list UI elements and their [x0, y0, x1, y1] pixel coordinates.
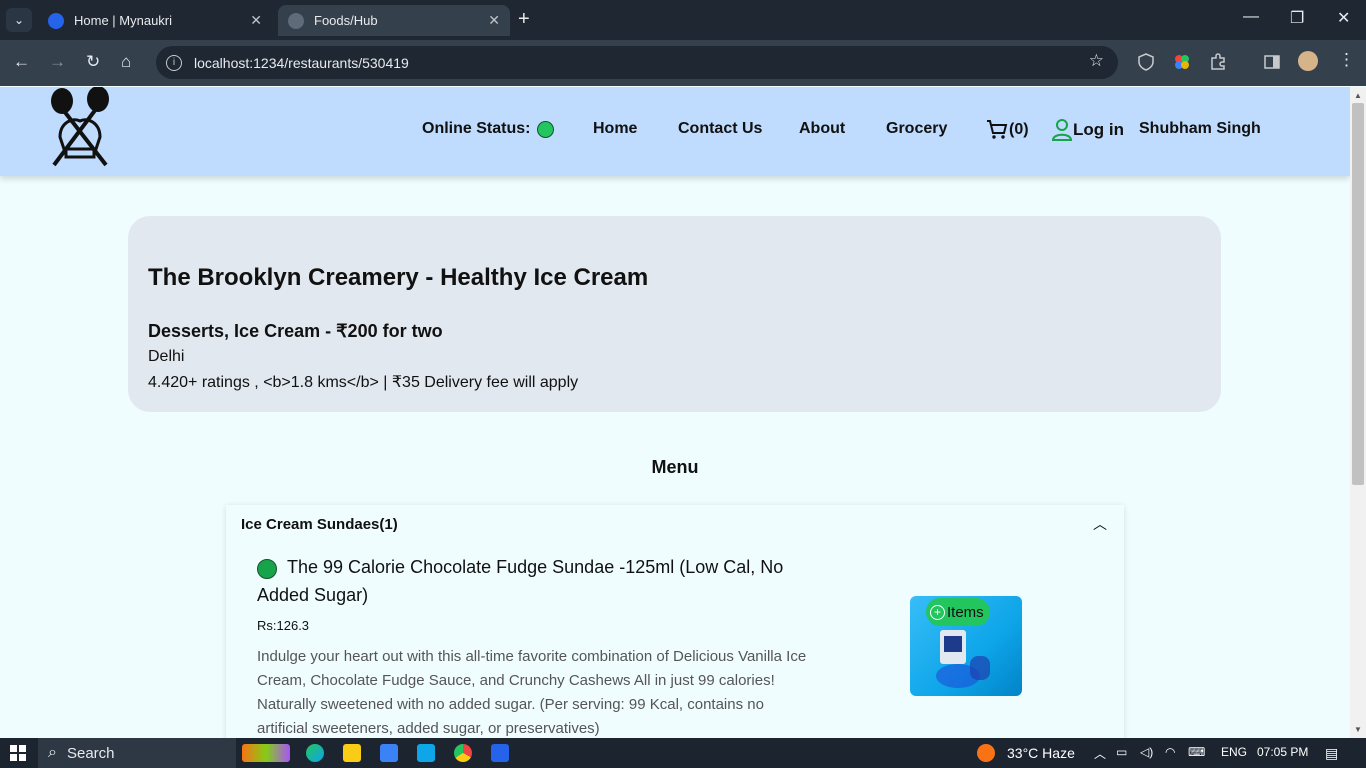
volume-icon[interactable]: ◁) [1140, 745, 1153, 759]
nav-about[interactable]: About [799, 120, 845, 138]
nav-contact-us[interactable]: Contact Us [678, 120, 762, 138]
globe-icon [288, 12, 304, 29]
minimize-icon[interactable]: — [1243, 8, 1259, 26]
nav-grocery[interactable]: Grocery [886, 120, 947, 138]
store-icon[interactable] [380, 744, 398, 762]
cart-link[interactable]: (0) [985, 118, 1029, 142]
weather-text[interactable]: 33°C Haze [1007, 745, 1075, 761]
site-header: Online Status: Home Contact Us About Gro… [0, 87, 1350, 176]
widgets-books-icon[interactable] [242, 744, 290, 762]
battery-icon[interactable]: ▭ [1116, 745, 1127, 759]
taskbar-search-label: Search [66, 744, 115, 762]
profile-avatar[interactable] [1298, 51, 1318, 71]
category-title[interactable]: Ice Cream Sundaes(1) [241, 516, 398, 533]
user-icon [1051, 119, 1073, 141]
restore-icon[interactable]: ❐ [1290, 8, 1304, 28]
foodshub-logo[interactable] [46, 87, 114, 169]
restaurant-area: Delhi [148, 348, 185, 365]
forward-icon[interactable]: → [49, 52, 66, 72]
online-status-dot-icon [537, 120, 555, 138]
plus-circle-icon: + [930, 604, 945, 620]
veg-indicator-icon [257, 559, 277, 579]
user-name: Shubham Singh [1139, 120, 1261, 137]
window-close-icon[interactable]: ✕ [1337, 8, 1350, 28]
chevron-up-icon[interactable]: ︿ [1093, 514, 1107, 534]
cart-icon [987, 120, 1008, 139]
online-status-label: Online Status: [422, 120, 531, 137]
back-icon[interactable]: ← [13, 52, 30, 72]
mynaukri-favicon-icon [48, 12, 64, 29]
login-link[interactable]: Log in [1051, 118, 1124, 142]
edge-browser-icon[interactable] [306, 744, 324, 762]
item-image: + Items [910, 596, 1022, 696]
restaurant-info-card: The Brooklyn Creamery - Healthy Ice Crea… [128, 216, 1221, 412]
browser-menu-icon[interactable]: ⋮ [1338, 50, 1355, 70]
close-tab-icon[interactable]: ✕ [250, 12, 262, 29]
search-icon: ⌕ [48, 744, 57, 761]
address-bar[interactable]: i localhost:1234/restaurants/530419 ☆ [156, 46, 1118, 79]
reload-icon[interactable]: ↻ [86, 52, 100, 72]
menu-category-accordion: Ice Cream Sundaes(1) ︿ The 99 Calorie Ch… [226, 505, 1124, 738]
side-panel-icon[interactable] [1263, 53, 1281, 71]
cart-count: (0) [1009, 121, 1029, 138]
mail-icon[interactable] [417, 744, 435, 762]
url-text: localhost:1234/restaurants/530419 [194, 54, 409, 71]
restaurant-cuisine-price: Desserts, Ice Cream - ₹200 for two [148, 321, 443, 341]
item-price: Rs:126.3 [257, 618, 310, 633]
new-tab-icon[interactable]: + [518, 8, 530, 31]
chrome-icon[interactable] [454, 744, 472, 762]
item-name: The 99 Calorie Chocolate Fudge Sundae -1… [257, 557, 784, 605]
page-scrollbar[interactable]: ▲ ▼ [1350, 87, 1366, 738]
windows-taskbar: ⌕ Search 33°C Haze ︿ ▭ ◁) ◠ ⌨ ENG 07:05 … [0, 738, 1366, 768]
shield-extension-icon[interactable] [1137, 53, 1155, 71]
tab-search-button[interactable]: ⌄ [6, 8, 32, 32]
add-item-label: Items [947, 603, 984, 621]
browser-toolbar: ← → ↻ ⌂ i localhost:1234/restaurants/530… [0, 40, 1366, 86]
tray-chevron-icon[interactable]: ︿ [1094, 745, 1106, 762]
notifications-icon[interactable]: ▤ [1325, 745, 1338, 762]
item-description: Indulge your heart out with this all-tim… [257, 648, 807, 737]
wifi-icon[interactable]: ◠ [1165, 745, 1175, 759]
page-viewport: Online Status: Home Contact Us About Gro… [0, 87, 1350, 738]
weather-icon[interactable] [977, 744, 995, 762]
file-explorer-icon[interactable] [343, 744, 361, 762]
scroll-up-icon[interactable]: ▲ [1354, 91, 1362, 100]
scroll-down-icon[interactable]: ▼ [1354, 725, 1362, 734]
restaurant-name: The Brooklyn Creamery - Healthy Ice Crea… [148, 264, 649, 291]
clock-time[interactable]: 07:05 PM [1257, 745, 1308, 759]
scrollbar-thumb[interactable] [1352, 103, 1364, 485]
tab-title: Home | Mynaukri [74, 13, 173, 28]
menu-title: Menu [651, 457, 699, 477]
windows-start-icon[interactable] [10, 745, 26, 761]
site-info-icon[interactable]: i [166, 54, 182, 71]
vscode-icon[interactable] [491, 744, 509, 762]
tab-mynaukri[interactable]: Home | Mynaukri ✕ [38, 5, 272, 36]
tab-foodshub[interactable]: Foods/Hub ✕ [278, 5, 510, 36]
taskbar-search[interactable]: ⌕ Search [38, 738, 236, 768]
restaurant-rating-line: 4.420+ ratings , <b>1.8 kms</b> | ₹35 De… [148, 374, 579, 391]
bookmark-star-icon[interactable]: ☆ [1089, 51, 1104, 71]
language-indicator[interactable]: ENG [1221, 745, 1247, 759]
keyboard-icon[interactable]: ⌨ [1188, 745, 1205, 759]
nav-home[interactable]: Home [593, 120, 637, 138]
color-extension-icon[interactable] [1173, 53, 1191, 71]
add-item-button[interactable]: + Items [926, 598, 990, 626]
login-label: Log in [1073, 120, 1124, 139]
home-icon[interactable]: ⌂ [121, 52, 131, 72]
close-tab-icon[interactable]: ✕ [488, 12, 500, 29]
tab-title: Foods/Hub [314, 13, 378, 28]
extensions-puzzle-icon[interactable] [1209, 53, 1227, 71]
browser-tab-bar: ⌄ Home | Mynaukri ✕ Foods/Hub ✕ + — ❐ ✕ [0, 0, 1366, 40]
online-status: Online Status: [422, 120, 555, 138]
